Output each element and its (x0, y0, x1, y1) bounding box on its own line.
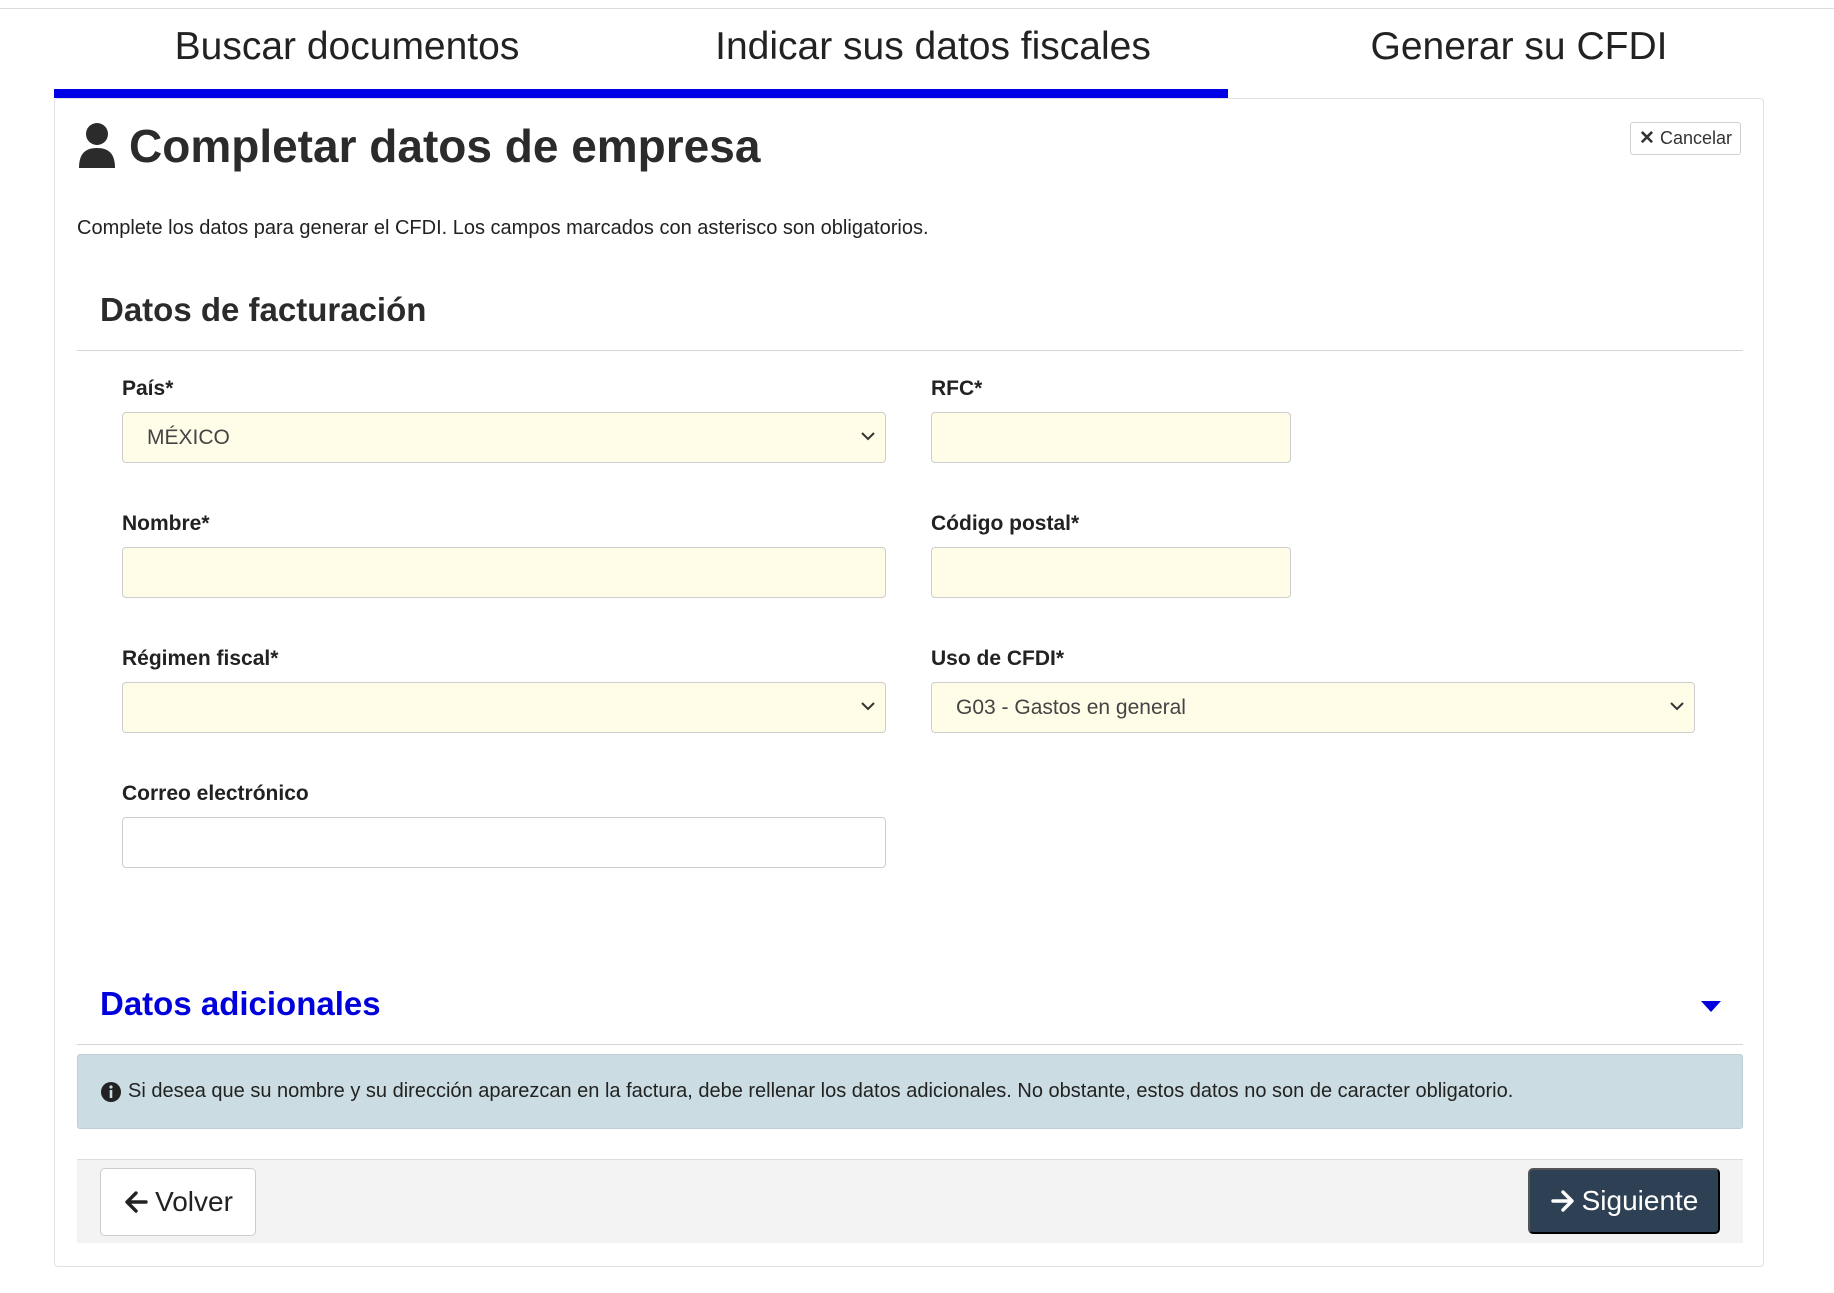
regimen-fiscal-select[interactable] (122, 682, 886, 733)
codigo-postal-label: Código postal* (931, 512, 1080, 535)
billing-section-header: Datos de facturación (77, 281, 1743, 351)
next-button[interactable]: Siguiente (1528, 1168, 1720, 1234)
page-header: Completar datos de empresa (77, 117, 760, 175)
extra-section-header[interactable]: Datos adicionales (77, 977, 1743, 1045)
info-icon (101, 1081, 121, 1102)
pais-label: País* (122, 377, 174, 400)
next-label: Siguiente (1581, 1185, 1699, 1216)
regimen-fiscal-label: Régimen fiscal* (122, 647, 279, 670)
uso-cfdi-select[interactable]: G03 - Gastos en general (931, 682, 1695, 733)
nombre-input[interactable] (122, 547, 886, 598)
chevron-down-icon (1670, 702, 1684, 711)
wizard-stepper: Buscar documentos Indicar sus datos fisc… (54, 0, 1814, 98)
cancel-button[interactable]: ✕ Cancelar (1630, 122, 1741, 155)
uso-cfdi-value: G03 - Gastos en general (956, 695, 1186, 719)
pais-value: MÉXICO (147, 425, 230, 449)
back-label: Volver (155, 1186, 233, 1217)
nombre-label: Nombre* (122, 512, 210, 535)
form-footer: Volver Siguiente (77, 1159, 1743, 1243)
wizard-progress-bar (54, 89, 1228, 98)
page-title: Completar datos de empresa (129, 120, 761, 172)
chevron-down-icon (861, 702, 875, 711)
uso-cfdi-label: Uso de CFDI* (931, 647, 1065, 670)
rfc-label: RFC* (931, 377, 983, 400)
pais-select[interactable]: MÉXICO (122, 412, 886, 463)
codigo-postal-input[interactable] (931, 547, 1291, 598)
extra-section-title: Datos adicionales (100, 985, 381, 1022)
step-datos-fiscales: Indicar sus datos fiscales (715, 25, 1151, 68)
user-icon (77, 122, 117, 170)
arrow-left-icon (125, 1191, 148, 1213)
info-alert: Si desea que su nombre y su dirección ap… (77, 1054, 1743, 1129)
back-button[interactable]: Volver (100, 1168, 256, 1236)
company-data-card: Completar datos de empresa ✕ Cancelar Co… (54, 98, 1764, 1267)
close-icon: ✕ (1639, 128, 1655, 149)
caret-down-icon (1701, 1001, 1721, 1012)
info-alert-text: Si desea que su nombre y su dirección ap… (128, 1080, 1514, 1102)
correo-label: Correo electrónico (122, 782, 309, 805)
arrow-right-icon (1550, 1190, 1574, 1212)
step-buscar-documentos: Buscar documentos (174, 25, 520, 68)
correo-input[interactable] (122, 817, 886, 868)
billing-section-title: Datos de facturación (100, 291, 427, 328)
chevron-down-icon (861, 432, 875, 441)
step-generar-cfdi: Generar su CFDI (1370, 25, 1668, 68)
rfc-input[interactable] (931, 412, 1291, 463)
intro-text: Complete los datos para generar el CFDI.… (77, 217, 929, 239)
cancel-label: Cancelar (1659, 128, 1732, 148)
